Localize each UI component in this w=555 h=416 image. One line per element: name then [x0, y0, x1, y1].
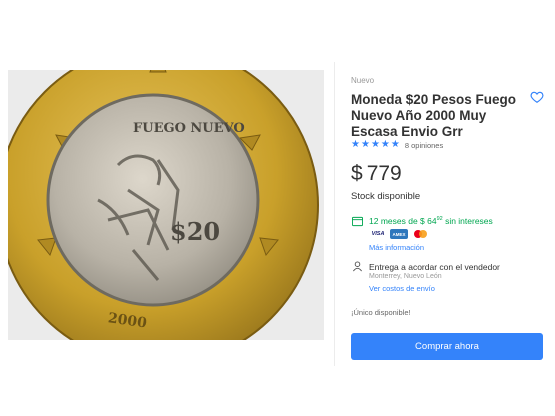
star-icon: ★	[390, 139, 400, 150]
shipping-costs-link[interactable]: Ver costos de envío	[369, 284, 435, 293]
price-currency: $	[351, 162, 363, 185]
price: $ 779	[351, 161, 402, 187]
reviews-count[interactable]: 8 opiniones	[405, 141, 443, 150]
coin-image: FUEGO NUEVO $20 2000	[8, 70, 324, 340]
installments-amount: 12 meses de $ 64	[369, 216, 437, 226]
shipping-title: Entrega a acordar con el vendedor	[369, 262, 500, 272]
more-info-link[interactable]: Más información	[369, 243, 424, 252]
star-icon: ★	[370, 139, 380, 150]
rating[interactable]: ★ ★ ★ ★ ★ 8 opiniones	[351, 140, 443, 150]
amex-label: AMEX	[392, 231, 406, 237]
amex-logo: AMEX	[390, 229, 408, 239]
installments-suffix: sin intereses	[442, 216, 493, 226]
card-icon	[352, 216, 363, 227]
heart-icon[interactable]	[530, 90, 544, 104]
buy-now-button[interactable]: Comprar ahora	[351, 333, 543, 360]
product-title: Moneda $20 Pesos Fuego Nuevo Año 2000 Mu…	[351, 92, 517, 139]
person-icon	[353, 261, 362, 272]
coin-top-text: FUEGO NUEVO	[133, 121, 245, 136]
column-divider	[334, 62, 335, 366]
shipping-location: Monterrey, Nuevo León	[369, 273, 442, 280]
condition-label: Nuevo	[351, 76, 375, 85]
coin-denomination: $20	[170, 217, 220, 246]
star-icon: ★	[351, 139, 360, 150]
visa-logo: VISA	[371, 231, 385, 237]
star-icon: ★	[360, 139, 370, 150]
mastercard-logo	[411, 229, 429, 239]
product-image[interactable]: FUEGO NUEVO $20 2000	[8, 70, 324, 340]
payment-methods: VISA AMEX	[369, 229, 429, 239]
installments: 12 meses de $ 6492 sin intereses	[369, 216, 493, 226]
availability-label: ¡Único disponible!	[351, 308, 411, 317]
price-amount: 779	[366, 162, 402, 185]
star-icon: ★	[380, 139, 390, 150]
stock-status: Stock disponible	[351, 191, 421, 202]
